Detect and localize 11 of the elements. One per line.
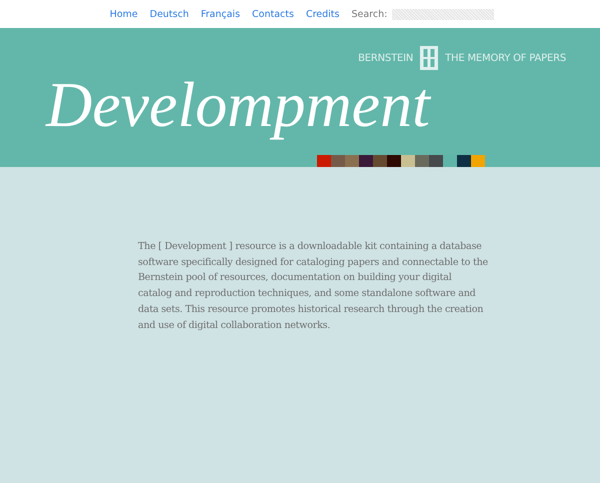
nav-link[interactable]: Français: [200, 8, 240, 20]
tagline: THE MEMORY OF PAPERS: [445, 52, 566, 64]
intro-paragraph: The [ Development ] resource is a downloadable kit containing a database software specifically designed for cataloging papers and connectable to the Bernstein pool of resources, documentation on building your digital catalog and reproduction techniques, and some standalone software and data sets. This resource promotes historical research through the creation and use of digital collaboration networks.: [138, 240, 488, 333]
nav-link[interactable]: Home: [110, 8, 138, 20]
brand-name: BERNSTEIN: [358, 52, 414, 64]
logo-icon: [420, 46, 438, 70]
nav-link[interactable]: Deutsch: [150, 8, 189, 20]
nav-link[interactable]: Credits: [306, 8, 340, 20]
search-label: Search:: [351, 8, 388, 20]
search-field[interactable]: [392, 8, 494, 20]
nav-link[interactable]: Contacts: [252, 8, 294, 20]
